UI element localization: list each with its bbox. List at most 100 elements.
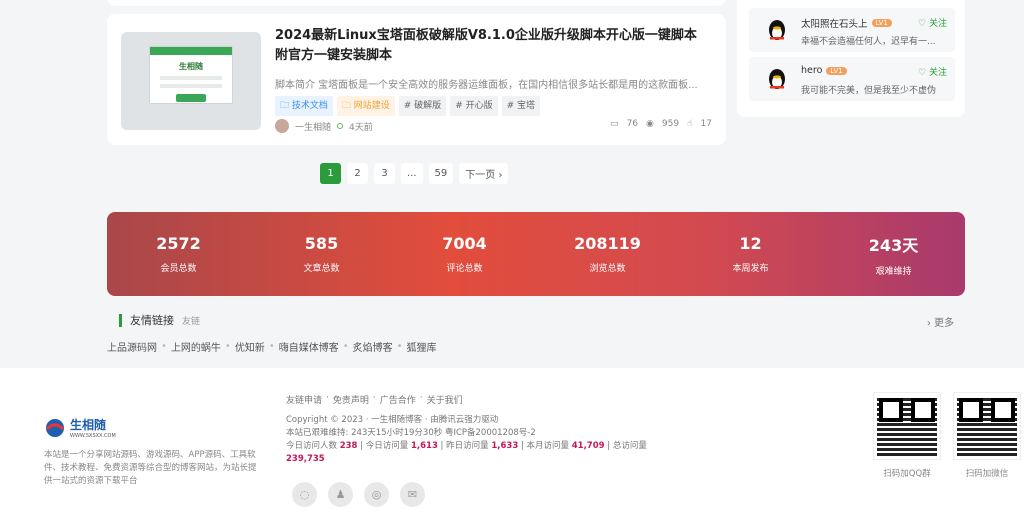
stat-value: 12 (739, 234, 762, 253)
friend-links-list: 上品源码网 • 上网的蜗牛 • 优知新 • 嗨自媒体博客 • 炙焰博客 • 狐狸库 (107, 339, 437, 354)
footer-link[interactable]: 友链申请 (286, 393, 322, 406)
sidebar-user-2[interactable]: hero LV1 ♡ 关注 我可能不完美，但是我至少不虚伪 (749, 57, 955, 101)
thumbs-up-icon: ☝ (687, 119, 693, 129)
like-count: 17 (700, 119, 712, 129)
stat-articles: 585 文章总数 (262, 234, 382, 274)
qr2-caption: 扫码加微信 (965, 469, 1009, 479)
comment-count: 76 (626, 119, 639, 129)
follow-label: 关注 (928, 68, 947, 78)
stat-label: 本月访问量 (526, 441, 570, 451)
stat-value: 243天 (868, 235, 919, 255)
footer-description: 本站是一个分享网站源码、游戏源码、APP源码、工具软件、技术教程、免费资源等综合… (44, 450, 257, 486)
post-meta: 一生相随 4天前 (275, 119, 373, 133)
tag-happy[interactable]: # 开心版 (450, 96, 498, 116)
tag-category-docs[interactable]: 🗀 技术文档 (275, 96, 333, 116)
site-footer: 生相随 WWW.SXSXX.COM 本站是一个分享网站源码、游戏源码、APP源码… (0, 368, 1024, 532)
stat-label: 总访问量 (612, 441, 647, 451)
clock-icon (337, 123, 344, 129)
follow-button[interactable]: ♡ 关注 (918, 65, 947, 78)
user-name[interactable]: hero (801, 65, 822, 76)
qq-group-qr-code (873, 392, 941, 460)
user-name[interactable]: 太阳照在石头上 (801, 16, 868, 30)
email-icon[interactable]: ✉ (400, 482, 425, 507)
stat-value: 2572 (156, 234, 201, 253)
footer-link[interactable]: 关于我们 (427, 393, 463, 406)
post-card[interactable]: 生相随 2024最新Linux宝塔面板破解版V8.1.0企业版升级脚本开心版一键… (107, 14, 726, 145)
stat-value: 208119 (574, 234, 641, 253)
tag-label: 网站建设 (353, 101, 390, 111)
wechat-qr-code (953, 392, 1021, 460)
stat-value: 1,613 (410, 441, 438, 451)
user-signature: 我可能不完美，但是我至少不虚伪 (801, 86, 937, 96)
stat-value: 1,633 (491, 441, 519, 451)
tag-cracked[interactable]: # 破解版 (398, 96, 447, 116)
footer-links: 友链申请 · 免责声明 · 广告合作 · 关于我们 (286, 393, 463, 406)
stat-uptime: 243天艰难维持 (834, 232, 954, 277)
tag-baota[interactable]: # 宝塔 (501, 96, 540, 116)
page-59[interactable]: 59 (428, 163, 454, 184)
stat-label: 评论总数 (446, 264, 483, 274)
friend-link[interactable]: 优知新 (235, 339, 265, 354)
post-time: 4天前 (349, 122, 373, 133)
more-links-button[interactable]: › 更多 (927, 314, 954, 329)
page-2[interactable]: 2 (347, 163, 368, 184)
qq-icon[interactable]: ♟ (328, 482, 353, 507)
stat-label: 浏览总数 (589, 264, 626, 274)
footer-copyright: Copyright © 2023 · 一生相随博客 · 由腾讯云强力驱动 本站已… (286, 414, 536, 440)
pagination: 1 2 3 ... 59 下一页 › (320, 163, 509, 184)
friend-link[interactable]: 嗨自媒体博客 (279, 339, 339, 354)
next-page-button[interactable]: 下一页 › (459, 163, 509, 184)
avatar[interactable] (275, 119, 289, 133)
friend-link[interactable]: 狐狸库 (407, 339, 437, 354)
qq-penguin-icon (769, 69, 785, 89)
stat-comments: 7004 评论总数 (405, 234, 525, 274)
page-3[interactable]: 3 (374, 163, 395, 184)
post-tags: 🗀 技术文档 🗀 网站建设 # 破解版 # 开心版 # 宝塔 (275, 96, 540, 116)
post-summary: 脚本简介 宝塔面板是一个安全高效的服务器运维面板，在国内相信很多站长都是用的这款… (275, 80, 698, 91)
stat-label: 艰难维持 (875, 266, 912, 277)
stat-label: 本周发布 (732, 264, 769, 274)
stat-weekly: 12 本周发布 (691, 234, 811, 274)
author-name[interactable]: 一生相随 (295, 120, 331, 133)
footer-link[interactable]: 广告合作 (380, 393, 416, 406)
user-signature: 幸福不会造福任何人，迟早有一... (801, 37, 936, 47)
stat-value: 238 (339, 441, 358, 451)
follow-label: 关注 (928, 19, 947, 29)
site-stats-bar: 2572 会员总数 585 文章总数 7004 评论总数 208119 浏览总数 12 本… (107, 212, 965, 296)
tag-category-web[interactable]: 🗀 网站建设 (336, 96, 395, 116)
runtime-text: 本站已艰难维持: 243天15小时19分30秒 粤ICP备20001208号-2 (286, 428, 536, 438)
wechat-icon[interactable]: ◌ (292, 482, 317, 507)
stat-value: 239,735 (286, 454, 325, 464)
stat-label: 今日访问人数 (286, 441, 338, 451)
copyright-text: Copyright © 2023 · 一生相随博客 · 由腾讯云强力驱动 (286, 415, 499, 425)
level-badge: LV1 (871, 19, 892, 27)
footer-logo[interactable]: 生相随 WWW.SXSXX.COM (44, 416, 116, 439)
stat-label: 今日访问量 (365, 441, 409, 451)
post-thumbnail[interactable]: 生相随 (121, 32, 261, 130)
thumbnail-window: 生相随 (149, 46, 233, 104)
post-stats: ▭ 76 ◉ 959 ☝ 17 (610, 119, 712, 129)
page-ellipsis: ... (401, 163, 423, 184)
friend-link[interactable]: 炙焰博客 (353, 339, 393, 354)
sidebar-user-1[interactable]: 太阳照在石头上 LV1 ♡ 关注 幸福不会造福任何人，迟早有一... (749, 8, 955, 52)
comment-icon: ▭ (610, 119, 619, 129)
social-icons: ◌ ♟ ◎ ✉ (292, 482, 425, 507)
follow-button[interactable]: ♡ 关注 (918, 16, 947, 29)
friend-link[interactable]: 上网的蜗牛 (171, 339, 221, 354)
stat-label: 文章总数 (303, 264, 340, 274)
weibo-icon[interactable]: ◎ (364, 482, 389, 507)
stat-members: 2572 会员总数 (119, 234, 239, 274)
links-header: 友情链接 友链 (119, 312, 200, 328)
stat-value: 585 (304, 234, 339, 253)
section-marker (119, 313, 122, 327)
qq-penguin-icon (769, 20, 785, 40)
visit-stats: 今日访问人数 238 | 今日访问量 1,613 | 昨日访问量 1,633 |… (286, 441, 647, 464)
page-1[interactable]: 1 (320, 163, 341, 184)
friend-link[interactable]: 上品源码网 (107, 339, 157, 354)
links-subtitle: 友链 (182, 316, 201, 327)
view-count: 959 (661, 119, 680, 129)
post-title[interactable]: 2024最新Linux宝塔面板破解版V8.1.0企业版升级脚本开心版一键脚本 附… (275, 26, 707, 66)
stat-value: 7004 (442, 234, 487, 253)
level-badge: LV1 (826, 66, 847, 75)
footer-link[interactable]: 免责声明 (333, 393, 369, 406)
